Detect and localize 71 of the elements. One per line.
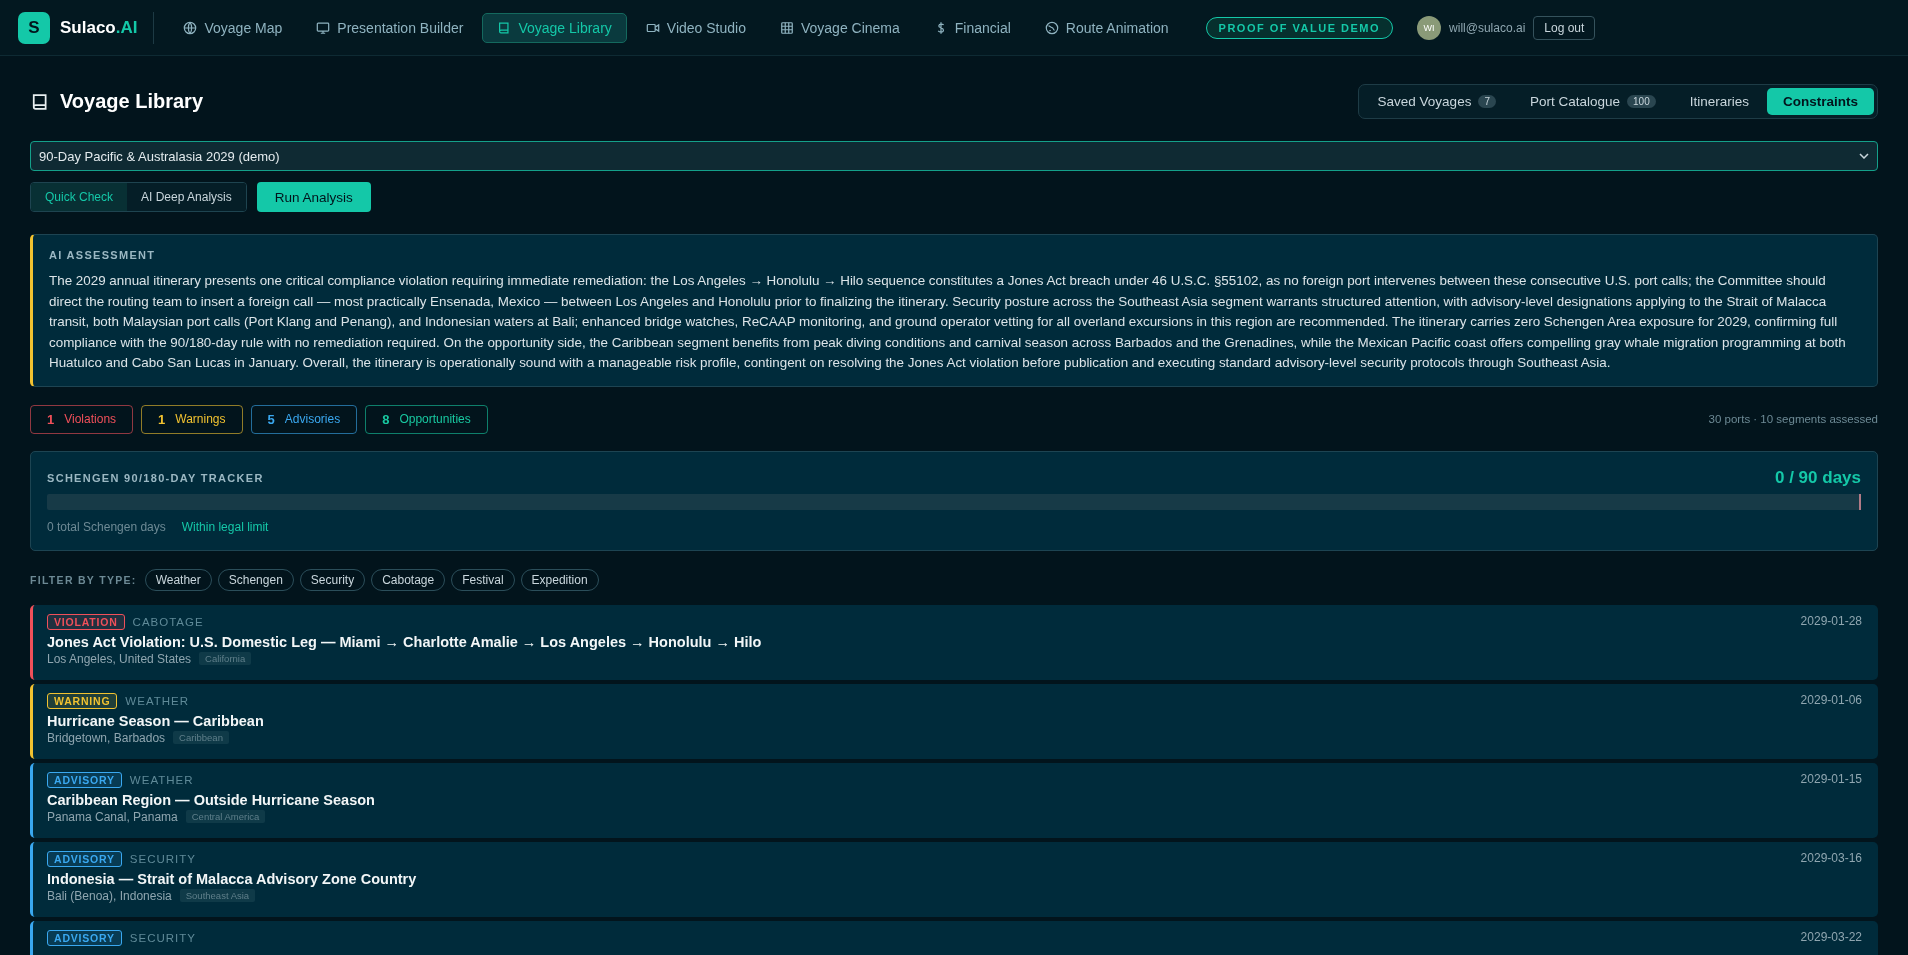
category-label: WEATHER [125, 694, 189, 707]
limit-marker [1859, 493, 1861, 510]
nav-link[interactable]: Financial [918, 12, 1026, 43]
location-text: Bali (Benoa), Indonesia [47, 888, 172, 903]
category-label: SECURITY [129, 852, 196, 865]
demo-badge: PROOF OF VALUE DEMO [1205, 16, 1394, 39]
constraint-row[interactable]: ADVISORY WEATHER Caribbean Region — Outside Hurricane Season Panama Canal, Panama Central America 2029-01-15 [30, 762, 1878, 838]
nav-link[interactable]: Voyage Library [482, 12, 627, 43]
nav-link[interactable]: Presentation Builder [301, 12, 479, 43]
location-text: Panama Canal, Panama [47, 809, 178, 824]
voyage-select[interactable]: 90-Day Pacific & Australasia 2029 (demo) [30, 141, 1878, 171]
constraint-title: Indonesia — Strait of Malacca Advisory Zone Country [47, 870, 417, 887]
severity-tag: VIOLATION [47, 613, 125, 630]
count-filter[interactable]: 5 Advisories [250, 404, 358, 434]
monitor-icon [316, 20, 331, 35]
mode-toggle[interactable]: Quick Check [31, 183, 128, 211]
nav-link[interactable]: Route Animation [1029, 12, 1184, 43]
category-label: WEATHER [129, 773, 194, 786]
severity-tag: ADVISORY [47, 929, 122, 946]
assessment-heading: AI ASSESSMENT [49, 249, 157, 261]
brand-name: Sulaco.AI [60, 17, 138, 38]
assessment-text: The 2029 annual itinerary presents one critical compliance violation requiring immediate remediation: the Los Angeles → Honolulu → Hilo sequence constitutes a Jones Act breach under 46 U.S.C. §55102, as no foreign port intervenes between these consecutive U.S. port calls; the Committee should direct the routing team to insert a foreign call — most practically Ensenada, Mexico — between Los Angeles and Honolulu prior to finalizing the itinerary. Security posture across the Southeast Asia segment warrants structured attention, with advisory-level designations applying to the Strait of Malacca transit, both Malaysian port calls (Port Klang and Penang), and Indonesian waters at Bali; enhanced bridge watches, ReCAAP monitoring, and ground operator vetting for all overland excursions in this region are recommended. The itinerary carries zero Schengen Area exposure for 2029, confirming full compliance with the 90/180-day rule with no remediation required. On the opportunity side, the Caribbean segment benefits from peak diving conditions and carnival season across Barbados and the Grenadines, while the Mexican Pacific coast offers compelling gray whale migration programming at both Huatulco and Cabo San Lucas in January. Overall, the itinerary is operationally sound with a manageable risk profile, contingent on resolving the Jones Act violation before publication and executing standard advisory-level security protocols through Southeast Asia. [49, 272, 1847, 372]
assessed-note: 30 ports · 10 segments assessed [1708, 413, 1878, 425]
nav-link[interactable]: Voyage Map [168, 12, 298, 43]
severity-tag: ADVISORY [47, 771, 122, 788]
constraint-row[interactable]: ADVISORY SECURITY 2029-03-22 [30, 920, 1878, 955]
constraint-title: Hurricane Season — Caribbean [47, 712, 264, 729]
constraint-row[interactable]: VIOLATION CABOTAGE Jones Act Violation: U.S. Domestic Leg — Miami → Charlotte Amalie → Los Angeles → Honolulu → Hilo Los Angeles, United States California 2029-01-28 [30, 604, 1878, 680]
region-tag: Central America [185, 810, 266, 823]
run-analysis-button[interactable]: Run Analysis [256, 182, 371, 212]
page-title: Voyage Library [60, 90, 204, 113]
book-icon [30, 91, 50, 112]
chevron-down-icon [1859, 153, 1869, 159]
location-text: Bridgetown, Barbados [47, 730, 166, 745]
date-text: 2029-03-16 [1800, 850, 1862, 865]
tracker-heading: SCHENGEN 90/180-DAY TRACKER [47, 471, 264, 484]
grid-icon [779, 20, 794, 35]
category-label: SECURITY [129, 931, 196, 944]
constraint-title: Jones Act Violation: U.S. Domestic Leg — Miami → Charlotte Amalie → Los Angeles → Honolulu → Hilo [47, 633, 762, 650]
category-label: CABOTAGE [132, 615, 204, 628]
count-filter[interactable]: 8 Opportunities [365, 404, 488, 434]
constraint-row[interactable]: WARNING WEATHER Hurricane Season — Caribbean Bridgetown, Barbados Caribbean 2029-01-06 [30, 683, 1878, 759]
date-text: 2029-01-28 [1800, 613, 1862, 628]
book-icon [497, 20, 512, 35]
tab[interactable]: Port Catalogue 100 [1513, 88, 1672, 115]
count-filter[interactable]: 1 Violations [30, 404, 134, 434]
constraint-title: Caribbean Region — Outside Hurricane Season [47, 791, 375, 808]
severity-tag: ADVISORY [47, 850, 122, 867]
region-tag: California [199, 652, 252, 665]
region-tag: Caribbean [173, 731, 229, 744]
tracker-status: Within legal limit [181, 519, 269, 534]
location-text: Los Angeles, United States [47, 651, 192, 666]
tracker-total: 0 total Schengen days [47, 519, 166, 534]
region-tag: Southeast Asia [179, 889, 256, 902]
date-text: 2029-01-06 [1800, 692, 1862, 707]
date-text: 2029-01-15 [1800, 771, 1862, 786]
tab[interactable]: Saved Voyages 7 [1361, 88, 1512, 115]
constraint-row[interactable]: ADVISORY SECURITY Indonesia — Strait of Malacca Advisory Zone Country Bali (Benoa), Indonesia Southeast Asia 2029-03-16 [30, 841, 1878, 917]
logo[interactable]: S [18, 11, 50, 44]
logout-button[interactable]: Log out [1533, 15, 1596, 40]
tracker-reading: 0 / 90 days [1775, 467, 1861, 488]
date-text: 2029-03-22 [1800, 929, 1862, 944]
tab[interactable]: Constraints [1767, 88, 1874, 115]
tab[interactable]: Itineraries [1673, 88, 1765, 115]
nav-link[interactable]: Video Studio [630, 12, 761, 43]
mode-toggle[interactable]: AI Deep Analysis [127, 183, 246, 211]
user-email: will@sulaco.ai [1449, 20, 1526, 35]
count-filter[interactable]: 1 Warnings [141, 404, 243, 434]
severity-tag: WARNING [47, 692, 118, 709]
filter-label: FILTER BY TYPE: [30, 573, 137, 586]
nav-link[interactable]: Voyage Cinema [764, 12, 915, 43]
